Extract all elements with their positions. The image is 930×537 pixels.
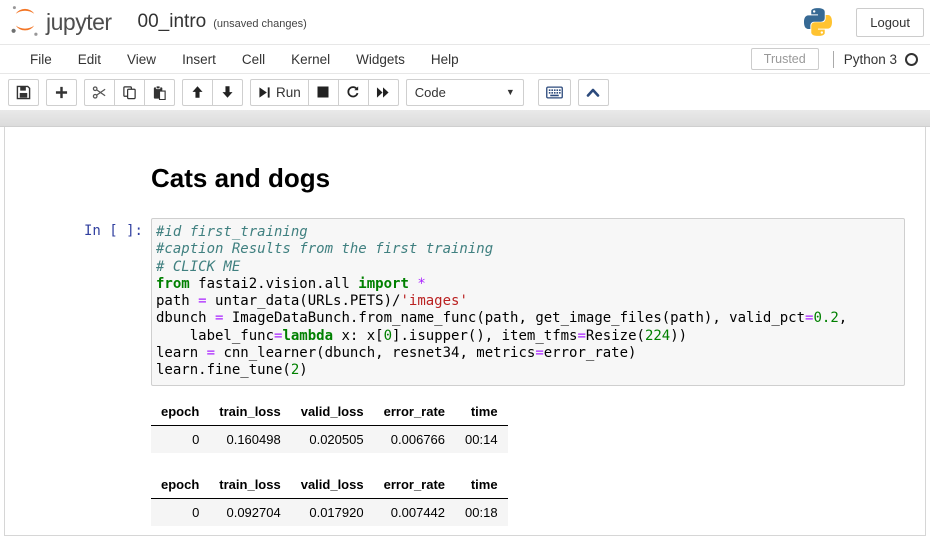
table-cell: 0 — [151, 498, 209, 526]
kernel-idle-icon — [905, 53, 918, 66]
markdown-heading: Cats and dogs — [151, 163, 925, 194]
code-line: #caption Results from the first training — [156, 241, 900, 258]
menu-item-cell[interactable]: Cell — [229, 46, 278, 73]
table-header-cell: time — [455, 399, 508, 426]
code-line: from fastai2.vision.all import * — [156, 276, 900, 293]
notebook-title[interactable]: 00_intro — [138, 11, 207, 33]
code-cell: In [ ]: #id first_training#caption Resul… — [5, 218, 925, 386]
add-cell-button[interactable] — [46, 79, 77, 106]
table-cell: 0.020505 — [291, 425, 374, 453]
menu-item-edit[interactable]: Edit — [65, 46, 114, 73]
table-cell: 00:18 — [455, 526, 508, 536]
cell-type-value: Code — [415, 85, 446, 100]
table-cell: 0.007442 — [374, 498, 455, 526]
table-header-cell: epoch — [151, 399, 209, 426]
cut-icon — [92, 85, 107, 100]
command-palette-button[interactable] — [538, 79, 571, 106]
save-icon — [16, 85, 31, 100]
jupyter-logo-icon — [10, 3, 40, 42]
code-line: # CLICK ME — [156, 259, 900, 276]
table-header-cell: train_loss — [209, 472, 290, 499]
menu-item-help[interactable]: Help — [418, 46, 472, 73]
run-cell-button[interactable]: Run — [250, 79, 309, 106]
restart-run-all-icon — [376, 86, 390, 99]
menu-item-insert[interactable]: Insert — [169, 46, 229, 73]
table-header-cell: error_rate — [374, 399, 455, 426]
table-header-cell: error_rate — [374, 472, 455, 499]
table-cell: 0.160498 — [209, 425, 290, 453]
table-cell: 0 — [151, 425, 209, 453]
table-header-cell: valid_loss — [291, 472, 374, 499]
training-results-table: epochtrain_lossvalid_losserror_ratetime0… — [151, 399, 508, 453]
cut-cell-button[interactable] — [84, 79, 115, 106]
input-prompt: In [ ]: — [5, 218, 151, 239]
table-row: 10.0277850.0124490.00541300:18 — [151, 526, 508, 536]
table-cell: 1 — [151, 526, 209, 536]
jupyter-wordmark: jupyter — [46, 9, 112, 36]
training-results-table: epochtrain_lossvalid_losserror_ratetime0… — [151, 472, 508, 536]
cell-type-dropdown[interactable]: Code ▼ — [406, 79, 524, 106]
code-line: label_func=lambda x: x[0].isupper(), ite… — [156, 328, 900, 345]
menu-items: FileEditViewInsertCellKernelWidgetsHelp — [17, 46, 472, 73]
code-input-area[interactable]: #id first_training#caption Results from … — [151, 218, 905, 386]
notebook-container: Cats and dogs In [ ]: #id first_training… — [4, 127, 926, 536]
code-line: learn = cnn_learner(dbunch, resnet34, me… — [156, 345, 900, 362]
toolbar: Run Code ▼ — [0, 74, 930, 110]
trusted-button[interactable]: Trusted — [751, 48, 819, 70]
run-icon — [258, 86, 271, 99]
table-cell: 0.005413 — [374, 526, 455, 536]
checkpoint-status: (unsaved changes) — [213, 18, 307, 30]
move-cell-down-button[interactable] — [212, 79, 243, 106]
dropdown-caret-icon: ▼ — [506, 87, 515, 97]
menu-item-file[interactable]: File — [17, 46, 65, 73]
table-row: 00.1604980.0205050.00676600:14 — [151, 425, 508, 453]
code-line: dbunch = ImageDataBunch.from_name_func(p… — [156, 310, 900, 327]
menubar-divider — [833, 51, 834, 68]
move-up-icon — [191, 85, 204, 99]
keyboard-icon — [546, 86, 563, 99]
toggle-toolbar-button[interactable] — [578, 79, 609, 106]
table-cell: 0.012449 — [291, 526, 374, 536]
restart-run-all-button[interactable] — [368, 79, 399, 106]
stop-icon — [317, 86, 329, 98]
copy-icon — [122, 85, 137, 100]
python-logo-icon — [802, 6, 834, 38]
move-down-icon — [221, 85, 234, 99]
run-button-label: Run — [276, 85, 301, 100]
output-area: epochtrain_lossvalid_losserror_ratetime0… — [151, 399, 925, 536]
move-cell-up-button[interactable] — [182, 79, 213, 106]
add-cell-icon — [55, 86, 68, 99]
header-bar: jupyter 00_intro (unsaved changes) Logou… — [0, 0, 930, 44]
code-line: #id first_training — [156, 224, 900, 241]
chevron-up-icon — [586, 87, 600, 98]
table-header-cell: train_loss — [209, 399, 290, 426]
table-header-cell: epoch — [151, 472, 209, 499]
table-cell: 0.017920 — [291, 498, 374, 526]
paste-cell-button[interactable] — [144, 79, 175, 106]
header-shadow-band — [0, 110, 930, 127]
code-line: path = untar_data(URLs.PETS)/'images' — [156, 293, 900, 310]
kernel-name: Python 3 — [844, 52, 897, 67]
logout-button[interactable]: Logout — [856, 8, 924, 37]
table-cell: 0.006766 — [374, 425, 455, 453]
table-cell: 0.027785 — [209, 526, 290, 536]
paste-icon — [152, 85, 167, 100]
restart-kernel-button[interactable] — [338, 79, 369, 106]
copy-cell-button[interactable] — [114, 79, 145, 106]
save-button[interactable] — [8, 79, 39, 106]
table-cell: 00:14 — [455, 425, 508, 453]
menubar: FileEditViewInsertCellKernelWidgetsHelp … — [0, 44, 930, 74]
interrupt-kernel-button[interactable] — [308, 79, 339, 106]
code-line: learn.fine_tune(2) — [156, 362, 900, 379]
table-cell: 00:18 — [455, 498, 508, 526]
restart-kernel-icon — [346, 85, 360, 99]
table-header-cell: valid_loss — [291, 399, 374, 426]
menu-item-kernel[interactable]: Kernel — [278, 46, 343, 73]
table-row: 00.0927040.0179200.00744200:18 — [151, 498, 508, 526]
menu-item-view[interactable]: View — [114, 46, 169, 73]
menu-item-widgets[interactable]: Widgets — [343, 46, 418, 73]
table-header-cell: time — [455, 472, 508, 499]
table-cell: 0.092704 — [209, 498, 290, 526]
jupyter-logo[interactable]: jupyter — [10, 3, 112, 42]
